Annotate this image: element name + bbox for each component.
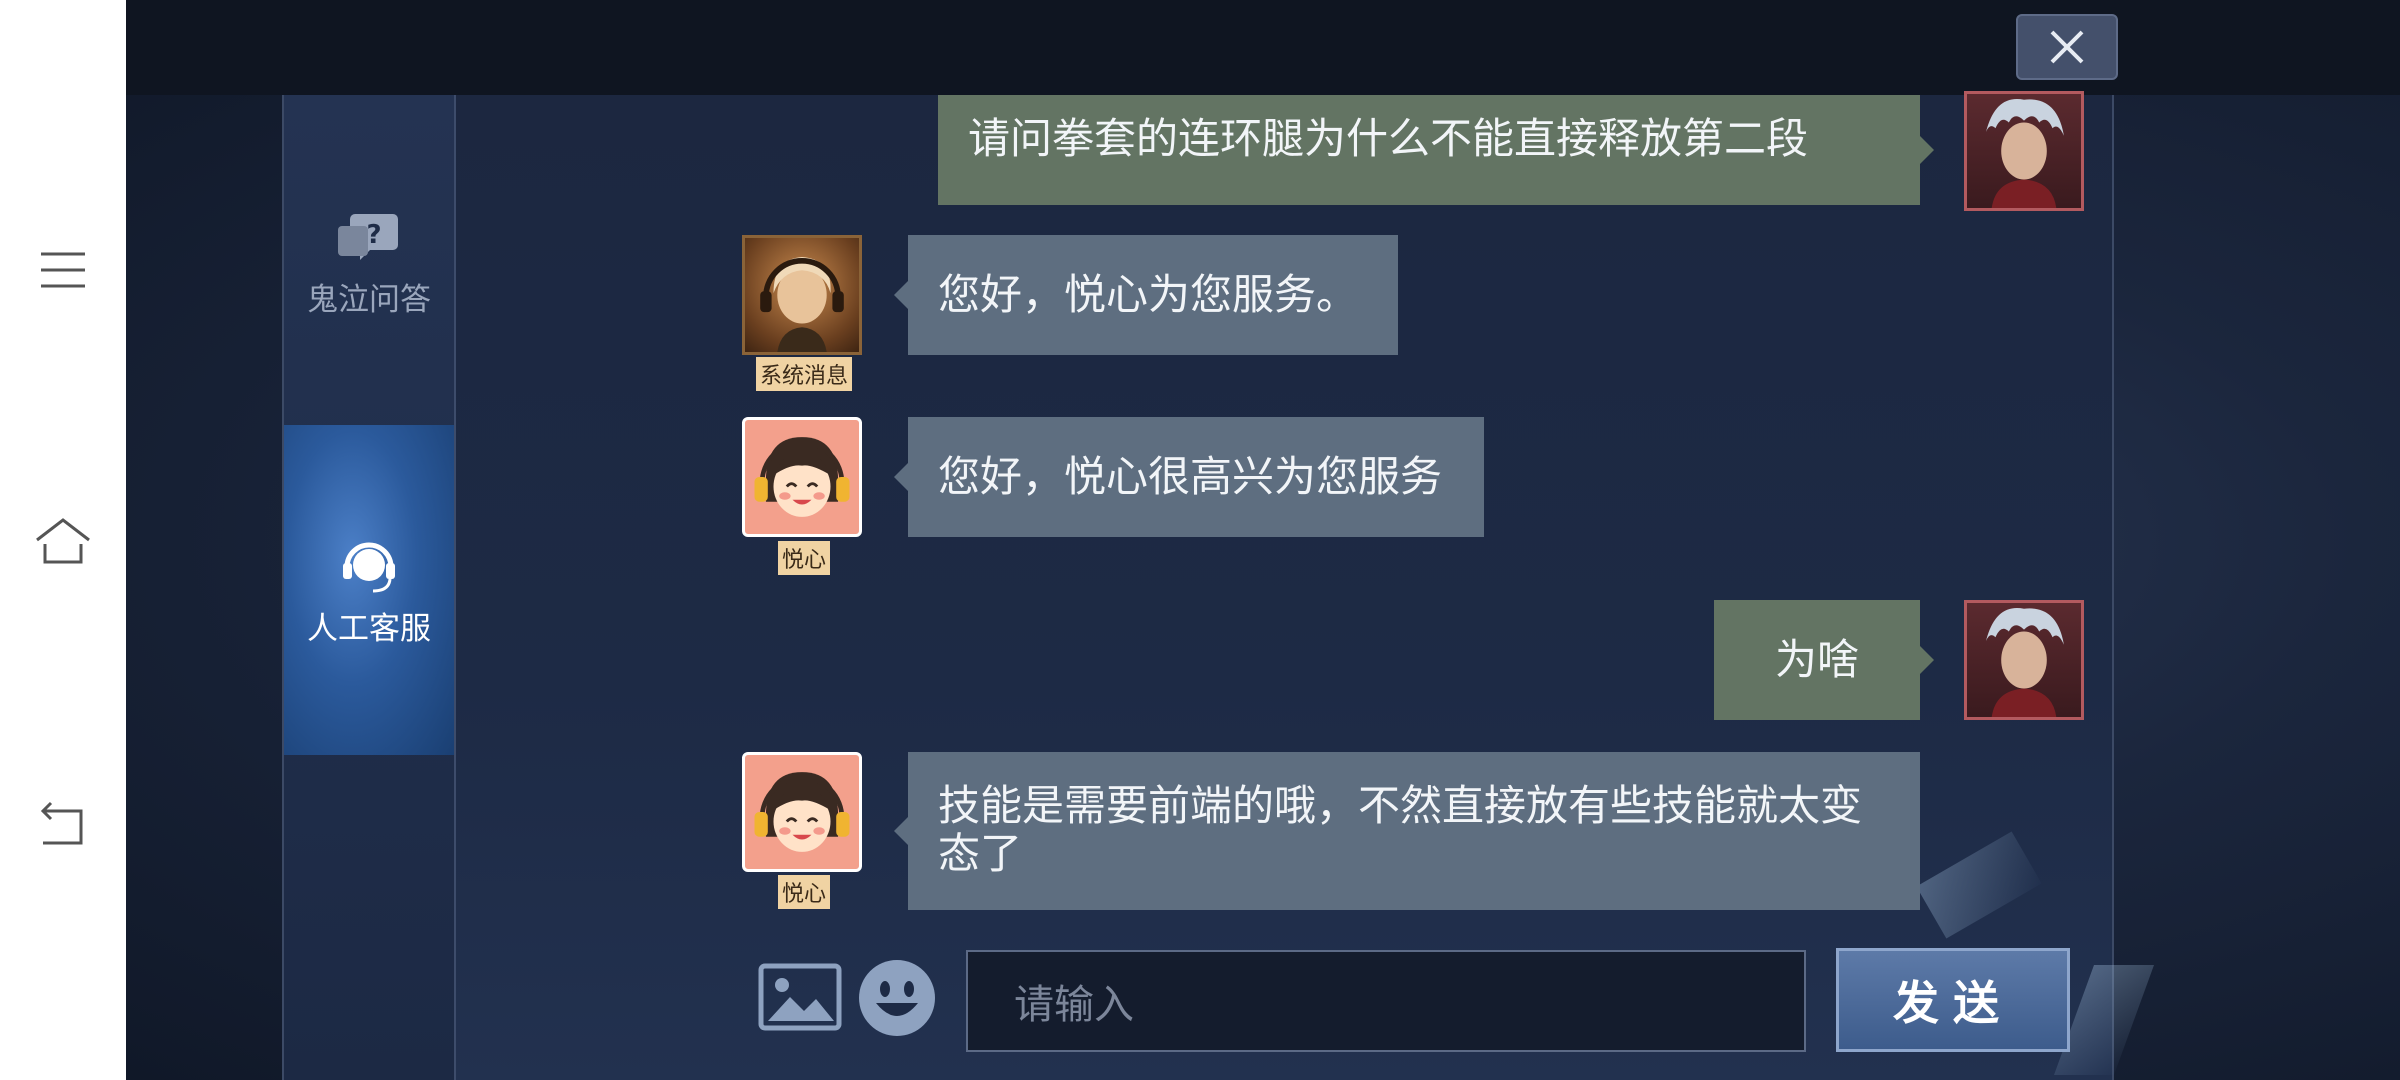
sender-label-system: 系统消息 [756,357,853,391]
agent-girl-icon [754,772,850,852]
ice-shard-decoration [1916,831,2042,939]
smiley-icon [859,960,935,1036]
agent-avatar[interactable] [742,417,862,537]
message-text: 请问拳套的连环腿为什么不能直接释放第二段 [968,114,1809,163]
back-icon [40,801,83,845]
message-text: 您好，悦心为您服务。 [938,270,1359,319]
system-nav-bar [0,0,126,1080]
player-portrait-icon [1986,98,2064,208]
message-bubble-player: 请问拳套的连环腿为什么不能直接释放第二段 [938,95,1934,205]
close-icon [2050,30,2084,64]
message-input[interactable]: 请输入 [966,950,1806,1052]
close-button[interactable] [2016,14,2118,80]
message-text: 为啥 [1774,635,1859,684]
sender-label-agent: 悦心 [778,541,831,575]
message-bubble-agent: 技能是需要前端的哦，不然直接放有些技能就太变态了 [894,752,1920,910]
menu-button[interactable] [0,220,126,320]
send-button-label: 发送 [1893,976,2013,1030]
message-bubble-agent: 您好，悦心很高兴为您服务 [894,417,1484,537]
system-avatar[interactable] [742,235,862,355]
tab-ghost-qa[interactable]: ? 鬼泣问答 [284,190,454,340]
message-text: 您好，悦心很高兴为您服务 [938,452,1443,501]
game-scene: ? 鬼泣问答 人工客服 请问拳套的连环腿为什么不能直接释放第二段 系统消息 您好… [126,0,2400,1080]
home-icon [36,518,90,564]
home-button[interactable] [0,490,126,590]
agent-girl-icon [754,437,850,517]
headset-icon [343,542,395,592]
question-chat-icon: ? [338,213,398,260]
svg-text:?: ? [366,220,381,250]
message-bubble-system: 您好，悦心为您服务。 [894,235,1398,355]
system-character-icon [760,257,844,352]
customer-service-panel: ? 鬼泣问答 人工客服 请问拳套的连环腿为什么不能直接释放第二段 系统消息 您好… [282,91,2155,1080]
image-icon [758,963,842,1031]
message-bubble-player: 为啥 [1714,600,1934,720]
tab-human-service-label: 人工客服 [307,610,431,647]
player-avatar[interactable] [1964,91,2084,211]
message-text: 技能是需要前端的哦，不然直接放有些技能就太变态了 [938,781,1863,878]
tab-human-service[interactable]: 人工客服 [284,425,454,755]
send-button[interactable]: 发送 [1836,948,2070,1052]
sidebar-tabs: ? 鬼泣问答 人工客服 [284,95,456,1080]
player-avatar[interactable] [1964,600,2084,720]
agent-avatar[interactable] [742,752,862,872]
menu-icon [41,252,85,288]
tab-ghost-qa-label: 鬼泣问答 [307,281,431,318]
image-button[interactable] [758,963,842,1031]
player-portrait-icon [1986,607,2064,717]
emoji-button[interactable] [856,957,938,1039]
input-placeholder: 请输入 [1014,982,1134,1028]
back-button[interactable] [0,775,126,875]
sender-label-agent: 悦心 [778,875,831,909]
